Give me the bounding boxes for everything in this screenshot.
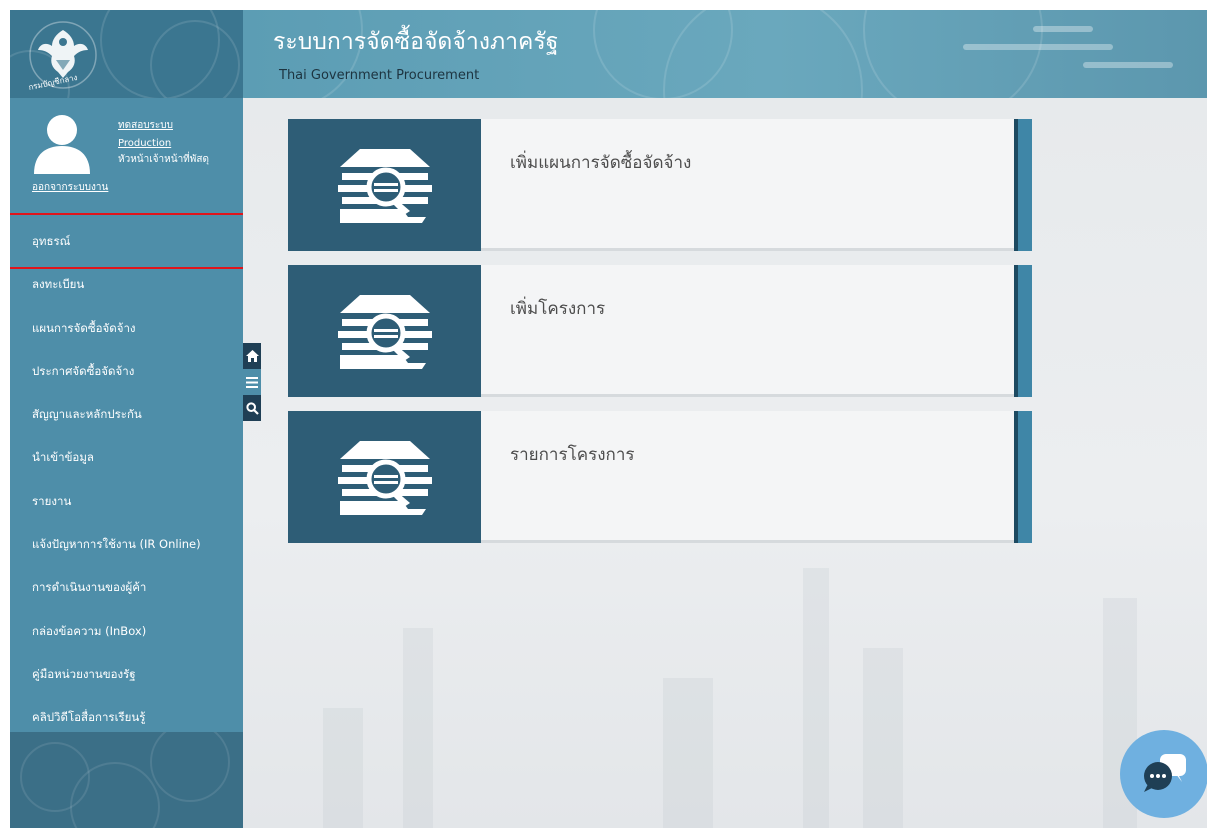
search-button[interactable] [243,395,261,421]
card-add-procurement-plan[interactable]: เพิ่มแผนการจัดซื้อจัดจ้าง [288,119,1032,251]
card-edge [1014,265,1032,397]
sidebar-item-manual[interactable]: คู่มือหน่วยงานของรัฐ [10,653,243,696]
sidebar-item-procurement-announcement[interactable]: ประกาศจัดซื้อจัดจ้าง [10,350,243,393]
sidebar-item-procurement-plan[interactable]: แผนการจัดซื้อจัดจ้าง [10,307,243,350]
sidebar: กรมบัญชีกลาง ทดสอบระบบ Production หัวหน้… [10,10,243,828]
sidebar-item-report[interactable]: รายงาน [10,480,243,523]
page-subtitle: Thai Government Procurement [279,68,480,83]
sidebar-item-ir-online[interactable]: แจ้งปัญหาการใช้งาน (IR Online) [10,523,243,566]
logout-link[interactable]: ออกจากระบบงาน [32,180,108,195]
sidebar-item-contract[interactable]: สัญญาและหลักประกัน [10,393,243,436]
card-icon-box [288,119,481,251]
user-panel: ทดสอบระบบ Production หัวหน้าเจ้าหน้าที่พ… [10,98,243,210]
sidebar-item-vendor-operations[interactable]: การดำเนินงานของผู้ค้า [10,566,243,609]
procurement-icon [337,441,432,515]
search-icon [245,401,259,415]
quick-toolbar [243,343,261,421]
card-add-project[interactable]: เพิ่มโครงการ [288,265,1032,397]
card-label: เพิ่มแผนการจัดซื้อจัดจ้าง [510,153,692,173]
sidebar-menu: อุทธรณ์ ลงทะเบียน แผนการจัดซื้อจัดจ้าง ป… [10,220,243,740]
environment-link[interactable]: Production [118,138,171,149]
app-frame: กรมบัญชีกลาง ทดสอบระบบ Production หัวหน้… [10,10,1207,828]
menu-icon [246,376,258,388]
procurement-icon [337,295,432,369]
page-title: ระบบการจัดซื้อจัดจ้างภาครัฐ [273,29,559,55]
sidebar-item-import-data[interactable]: นำเข้าข้อมูล [10,436,243,479]
card-label: เพิ่มโครงการ [510,299,606,319]
header-banner: ระบบการจัดซื้อจัดจ้างภาครัฐ Thai Governm… [243,10,1207,98]
chat-button[interactable] [1120,730,1207,818]
card-edge [1014,119,1032,251]
user-position: หัวหน้าเจ้าหน้าที่พัสดุ [118,154,209,165]
sidebar-item-appeal[interactable]: อุทธรณ์ [10,220,243,263]
sidebar-item-inbox[interactable]: กล่องข้อความ (InBox) [10,610,243,653]
card-label: รายการโครงการ [510,445,635,465]
card-project-list[interactable]: รายการโครงการ [288,411,1032,543]
sidebar-item-register[interactable]: ลงทะเบียน [10,263,243,306]
card-icon-box [288,411,481,543]
home-icon [245,350,259,362]
menu-button[interactable] [243,369,261,395]
card-icon-box [288,265,481,397]
avatar-icon [34,115,90,174]
sidebar-logo-area: กรมบัญชีกลาง [10,10,243,98]
sidebar-footer-decoration [10,732,243,828]
procurement-icon [337,149,432,223]
chat-icon [1144,754,1186,792]
user-name-link[interactable]: ทดสอบระบบ [118,118,173,133]
home-button[interactable] [243,343,261,369]
card-edge [1014,411,1032,543]
